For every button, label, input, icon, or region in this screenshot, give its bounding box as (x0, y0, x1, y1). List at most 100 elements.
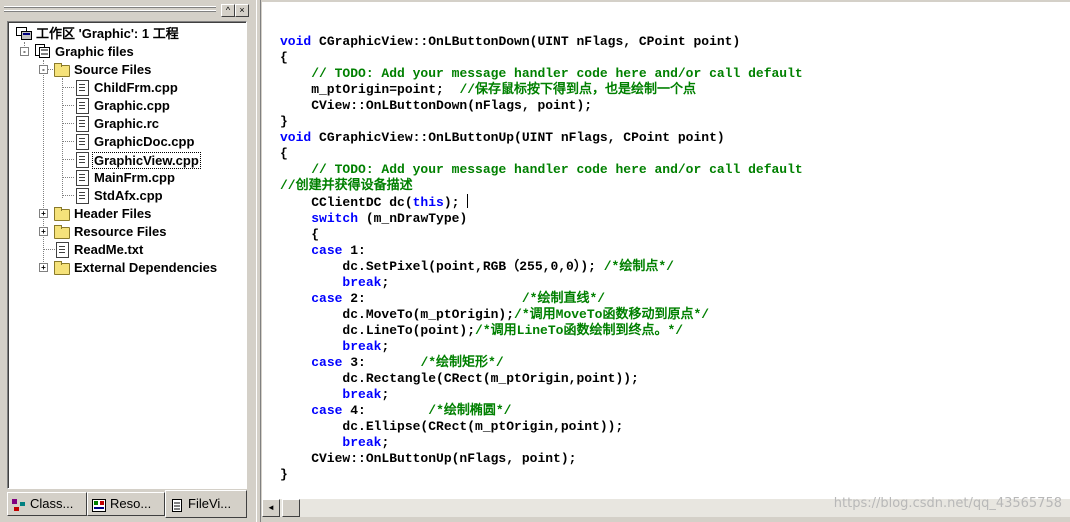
expand-toggle-source[interactable]: - (39, 65, 48, 74)
code-line[interactable]: CClientDC dc(this); (280, 194, 803, 211)
tab-resourceview[interactable]: Reso... (87, 492, 165, 516)
code-line[interactable]: CView::OnLButtonDown(nFlags, point); (280, 98, 803, 114)
code-text: ; (381, 275, 390, 290)
tree-item-source-files[interactable]: Source Files (54, 61, 234, 79)
tree-item-readme[interactable]: ReadMe.txt (54, 241, 234, 259)
resourceview-icon (92, 497, 106, 512)
tree-item-file[interactable]: GraphicDoc.cpp (74, 133, 234, 151)
tree-item-file[interactable]: MainFrm.cpp (74, 169, 234, 187)
fileview-icon (170, 497, 184, 512)
code-line[interactable]: } (280, 114, 803, 130)
code-line[interactable]: dc.Rectangle(CRect(m_ptOrigin,point)); (280, 371, 803, 387)
scroll-thumb[interactable] (282, 499, 300, 517)
file-icon (76, 98, 89, 114)
tree-line (62, 78, 63, 198)
scroll-left-button[interactable]: ◄ (262, 499, 280, 517)
code-line[interactable]: dc.LineTo(point);/*调用LineTo函数绘制到终点。*/ (280, 323, 803, 339)
workspace-tabs: Class... Reso... FileVi... (7, 490, 247, 518)
code-keyword: break (342, 435, 382, 450)
tab-classview[interactable]: Class... (7, 492, 87, 516)
tree-item-file[interactable]: Graphic.cpp (74, 97, 234, 115)
expand-toggle-resource[interactable]: + (39, 227, 48, 236)
tree-item-header-files[interactable]: Header Files (54, 205, 234, 223)
code-keyword: this (412, 195, 444, 210)
tree-item-file[interactable]: Graphic.rc (74, 115, 234, 133)
folder-icon (54, 63, 70, 77)
code-line[interactable]: dc.MoveTo(m_ptOrigin);/*调用MoveTo函数移动到原点*… (280, 307, 803, 323)
code-line[interactable]: break; (280, 387, 803, 403)
tree-item-file[interactable]: ChildFrm.cpp (74, 79, 234, 97)
workspace-root[interactable]: 工作区 'Graphic': 1 工程 (16, 25, 236, 43)
folder-icon (54, 225, 70, 239)
code-line[interactable]: case 2: /*绘制直线*/ (280, 291, 803, 307)
code-text: dc.Rectangle(CRect(m_ptOrigin,point)); (280, 371, 639, 386)
code-keyword: break (342, 339, 382, 354)
file-icon (76, 116, 89, 132)
tree-item-external-deps[interactable]: External Dependencies (54, 259, 244, 277)
code-text: CView::OnLButtonUp(nFlags, point); (280, 451, 577, 466)
pin-button[interactable]: ^ (221, 4, 235, 17)
code-text: { (280, 227, 320, 242)
tree-item-project[interactable]: Graphic files (35, 43, 235, 61)
code-text: dc.LineTo(point); (280, 323, 476, 338)
code-line[interactable]: break; (280, 435, 803, 451)
code-keyword: break (342, 275, 382, 290)
pane-splitter[interactable] (256, 0, 261, 522)
code-keyword: case (311, 291, 343, 306)
tree-item-file-selected[interactable]: GraphicView.cpp (74, 151, 234, 169)
file-icon (56, 242, 69, 258)
code-text: m_ptOrigin=point; (280, 82, 460, 97)
pane-grip[interactable] (4, 6, 216, 14)
code-text: CView::OnLButtonDown(nFlags, point); (280, 98, 593, 113)
source-code[interactable]: void CGraphicView::OnLButtonDown(UINT nF… (280, 34, 803, 483)
expand-toggle-project[interactable]: - (20, 47, 29, 56)
tree-item-file[interactable]: StdAfx.cpp (74, 187, 234, 205)
tree-line (43, 60, 44, 270)
close-button[interactable]: × (235, 4, 249, 17)
code-text: dc.SetPixel(point,RGB（255,0,0）); (280, 259, 604, 274)
code-text: dc.MoveTo(m_ptOrigin); (280, 307, 515, 322)
code-line[interactable]: dc.Ellipse(CRect(m_ptOrigin,point)); (280, 419, 803, 435)
file-tree: 工作区 'Graphic': 1 工程 - Graphic files - So… (7, 21, 247, 489)
code-line[interactable]: void CGraphicView::OnLButtonUp(UINT nFla… (280, 130, 803, 146)
code-line[interactable]: case 4: /*绘制椭圆*/ (280, 403, 803, 419)
code-line[interactable]: m_ptOrigin=point; //保存鼠标按下得到点，也是绘制一个点 (280, 82, 803, 98)
code-text: CClientDC dc( (280, 195, 413, 210)
code-line[interactable]: { (280, 50, 803, 66)
expand-toggle-deps[interactable]: + (39, 263, 48, 272)
code-line[interactable]: CView::OnLButtonUp(nFlags, point); (280, 451, 803, 467)
code-comment: /*调用MoveTo函数移动到原点*/ (514, 307, 710, 322)
code-line[interactable]: { (280, 227, 803, 243)
code-line[interactable]: case 1: (280, 243, 803, 259)
tree-line (62, 141, 74, 142)
code-line[interactable]: // TODO: Add your message handler code h… (280, 66, 803, 82)
folder-icon (54, 261, 70, 275)
code-text: } (280, 114, 288, 129)
code-line[interactable]: // TODO: Add your message handler code h… (280, 162, 803, 178)
tree-item-resource-files[interactable]: Resource Files (54, 223, 234, 241)
expand-toggle-header[interactable]: + (39, 209, 48, 218)
tab-fileview[interactable]: FileVi... (165, 490, 247, 518)
code-comment: /*调用LineTo函数绘制到终点。*/ (475, 323, 684, 338)
code-line[interactable]: break; (280, 339, 803, 355)
code-line[interactable]: } (280, 467, 803, 483)
workspace-icon (16, 26, 32, 41)
code-keyword: switch (311, 211, 359, 226)
code-comment: // TODO: Add your message handler code h… (311, 162, 803, 177)
code-line[interactable]: void CGraphicView::OnLButtonDown(UINT nF… (280, 34, 803, 50)
code-line[interactable]: dc.SetPixel(point,RGB（255,0,0）); /*绘制点*/ (280, 259, 803, 275)
code-keyword: void (280, 130, 312, 145)
code-editor[interactable]: void CGraphicView::OnLButtonDown(UINT nF… (262, 2, 1070, 499)
code-line[interactable]: switch (m_nDrawType) (280, 211, 803, 227)
code-text: ); (443, 195, 468, 210)
code-keyword: break (342, 387, 382, 402)
code-line[interactable]: //创建并获得设备描述 (280, 178, 803, 194)
code-line[interactable]: break; (280, 275, 803, 291)
code-line[interactable]: { (280, 146, 803, 162)
code-comment: // TODO: Add your message handler code h… (311, 66, 803, 81)
code-line[interactable]: case 3: /*绘制矩形*/ (280, 355, 803, 371)
